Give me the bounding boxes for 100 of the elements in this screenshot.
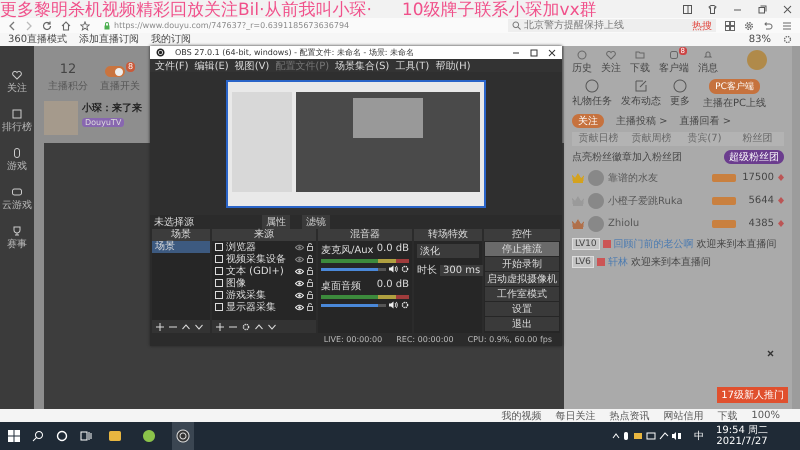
follow-button[interactable]: 关注 <box>572 114 604 128</box>
mouse-icon <box>12 148 22 158</box>
move-down-icon[interactable] <box>268 322 276 330</box>
speaker-icon[interactable] <box>389 265 398 273</box>
sidebar-item[interactable]: 赛事 <box>7 226 27 251</box>
tray-icons-drawing[interactable] <box>612 431 682 441</box>
control-button[interactable]: 启动虚拟摄像机 <box>485 272 559 286</box>
control-button[interactable]: 退出 <box>485 317 559 331</box>
sidebar-item[interactable]: 云游戏 <box>2 187 32 212</box>
maximize-icon[interactable] <box>530 48 538 56</box>
source-item[interactable]: 浏览器 <box>226 240 292 254</box>
sidebar-item[interactable]: 游戏 <box>7 148 27 173</box>
duration-field[interactable]: 300 ms <box>440 264 484 276</box>
bookmark-link[interactable]: 添加直播订阅 <box>79 33 140 46</box>
properties-button[interactable]: 属性 <box>262 215 290 229</box>
windows-start-icon[interactable] <box>8 430 20 442</box>
volume-slider[interactable] <box>321 268 386 270</box>
menu-item[interactable]: 文件(F) <box>155 58 189 72</box>
sidebar-item[interactable]: 排行榜 <box>2 109 32 134</box>
move-up-icon[interactable] <box>255 322 263 330</box>
lock-icon[interactable] <box>307 267 313 275</box>
task-view-icon[interactable] <box>80 430 92 442</box>
taskbar-clock[interactable]: 19:54 周二 2021/7/27 <box>716 425 792 447</box>
lock-icon[interactable] <box>307 243 313 251</box>
circle-icon[interactable] <box>56 430 68 442</box>
close-icon[interactable] <box>767 350 774 357</box>
filters-button[interactable]: 滤镜 <box>302 215 330 229</box>
move-up-icon[interactable] <box>182 322 190 330</box>
source-item[interactable]: 游戏采集 <box>226 288 292 302</box>
zoom-level[interactable]: 100% <box>751 410 780 421</box>
menu-item[interactable]: 编辑(E) <box>194 58 229 72</box>
source-item[interactable]: 文本 (GDI+) <box>226 264 292 278</box>
scene-item[interactable]: 场景 <box>152 241 210 253</box>
close-icon[interactable] <box>783 4 792 14</box>
taskbar-app-icon[interactable] <box>172 422 194 450</box>
move-down-icon[interactable] <box>195 322 203 330</box>
section-link[interactable]: 直播回看 > <box>680 114 732 128</box>
back-icon[interactable] <box>8 20 16 30</box>
header-link[interactable]: 关注 <box>601 50 621 75</box>
status-bar-link[interactable]: 热点资讯 <box>609 408 650 422</box>
star-icon[interactable] <box>80 20 90 30</box>
pc-client-button[interactable]: PC客户端 <box>709 79 760 94</box>
bookmark-link[interactable]: 我的订阅 <box>151 33 192 46</box>
action-link[interactable]: 更多 <box>670 79 690 108</box>
header-link[interactable]: 历史 <box>572 50 592 75</box>
lock-icon[interactable] <box>307 255 313 263</box>
menu-item[interactable]: 工具(T) <box>395 58 430 72</box>
level-badge: LV10 <box>572 238 600 250</box>
bookmark-link[interactable]: 360直播模式 <box>8 33 68 46</box>
menu-item[interactable]: 帮助(H) <box>435 58 471 72</box>
address-field[interactable]: https://www.douyu.com/747637?_r=0.6391185673636794 <box>99 20 499 32</box>
search-icon[interactable] <box>32 430 44 442</box>
gift-banner[interactable]: 17级新人推门 <box>717 387 788 403</box>
restore-icon[interactable] <box>758 4 767 14</box>
search-icon <box>512 21 521 30</box>
source-item[interactable]: 图像 <box>226 276 292 290</box>
add-icon[interactable] <box>156 322 164 330</box>
status-bar-link[interactable]: 我的视频 <box>501 408 542 422</box>
lock-icon[interactable] <box>307 279 313 287</box>
lock-icon[interactable] <box>307 291 313 299</box>
transition-select[interactable]: 淡化 <box>417 244 479 258</box>
dock-title: 混音器 <box>318 229 412 241</box>
live-switch[interactable] <box>104 66 125 77</box>
close-icon[interactable] <box>548 48 556 56</box>
home-icon[interactable] <box>61 20 71 30</box>
action-link[interactable]: 礼物任务 <box>572 79 612 108</box>
shirt-icon[interactable] <box>708 4 717 14</box>
header-link[interactable]: 下载 <box>630 50 650 75</box>
source-item[interactable]: 视频采集设备 <box>226 252 292 266</box>
chat-message: 欢迎来到本直播间 <box>696 238 777 251</box>
header-link[interactable]: 消息 <box>698 50 718 75</box>
user-avatar <box>588 170 604 186</box>
score-label: 主播积分 <box>48 80 88 93</box>
sidebar-icon[interactable] <box>683 4 692 14</box>
status-bar-link[interactable]: 网站信用 <box>663 408 704 422</box>
live-status: LIVE: 00:00:00 <box>324 335 382 344</box>
menu-item[interactable]: 场景集合(S) <box>335 58 390 72</box>
reload-icon[interactable] <box>42 20 52 30</box>
action-link[interactable]: 发布动态 <box>621 79 661 108</box>
source-item[interactable]: 显示器采集 <box>226 300 292 314</box>
control-button[interactable]: 工作室模式 <box>485 287 559 301</box>
undo-icon[interactable] <box>763 20 773 30</box>
fan-club-button[interactable]: 超级粉丝团 <box>724 150 784 164</box>
scrollbar[interactable] <box>792 46 800 409</box>
menu-icon[interactable] <box>782 20 792 30</box>
control-button[interactable]: 设置 <box>485 302 559 316</box>
add-icon[interactable] <box>216 322 224 330</box>
volume-slider[interactable] <box>321 304 386 306</box>
control-button[interactable]: 开始录制 <box>485 257 559 271</box>
input-method-indicator[interactable]: 中 <box>694 429 704 443</box>
speaker-icon[interactable] <box>389 301 398 309</box>
status-bar-link[interactable]: 每日关注 <box>555 408 596 422</box>
section-link[interactable]: 主播投稿 > <box>616 114 668 128</box>
menu-item[interactable]: 视图(V) <box>234 58 270 72</box>
status-bar-link[interactable]: 下载 <box>717 408 738 422</box>
control-button[interactable]: 停止推流 <box>485 242 559 256</box>
sidebar-item[interactable]: 关注 <box>7 70 27 95</box>
contribution-score: 5644 <box>748 195 774 206</box>
grid-icon[interactable] <box>725 20 735 30</box>
lock-icon[interactable] <box>307 303 313 311</box>
